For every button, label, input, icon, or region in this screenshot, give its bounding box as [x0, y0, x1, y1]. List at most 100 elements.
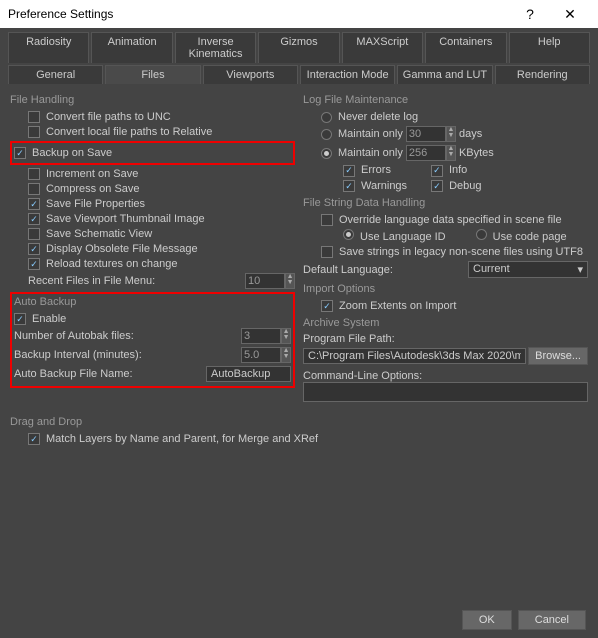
cancel-button[interactable]: Cancel — [518, 610, 586, 630]
cb-save-schem[interactable] — [28, 228, 40, 240]
lbl-maint-kb: Maintain only — [338, 147, 403, 159]
lbl-match: Match Layers by Name and Parent, for Mer… — [46, 433, 318, 445]
lbl-usecode: Use code page — [493, 231, 567, 243]
lbl-save-thumb: Save Viewport Thumbnail Image — [46, 213, 205, 225]
inp-cmdline[interactable] — [303, 382, 588, 402]
lbl-info: Info — [449, 164, 467, 176]
inp-recent[interactable] — [245, 273, 285, 289]
lbl-interval: Backup Interval (minutes): — [14, 349, 142, 361]
cb-reload-tex[interactable] — [28, 258, 40, 270]
lbl-inc-save: Increment on Save — [46, 168, 138, 180]
lbl-kb: KBytes — [459, 147, 494, 159]
tab-interaction[interactable]: Interaction Mode — [300, 65, 395, 84]
lbl-save-schem: Save Schematic View — [46, 228, 152, 240]
inp-num-autobak[interactable] — [241, 328, 281, 344]
cb-convert-rel[interactable] — [28, 126, 40, 138]
cb-errors[interactable] — [343, 165, 355, 177]
lbl-convert-unc: Convert file paths to UNC — [46, 111, 171, 123]
browse-button[interactable]: Browse... — [528, 347, 588, 365]
inp-progpath[interactable] — [303, 348, 526, 364]
cb-comp-save[interactable] — [28, 183, 40, 195]
tab-bar: Radiosity Animation Inverse Kinematics G… — [0, 28, 598, 84]
tab-animation[interactable]: Animation — [91, 32, 172, 63]
help-icon[interactable]: ? — [510, 6, 550, 22]
cb-match[interactable] — [28, 433, 40, 445]
spin-icon[interactable]: ▲▼ — [281, 347, 291, 363]
lbl-saveutf: Save strings in legacy non-scene files u… — [339, 246, 583, 258]
sel-deflang[interactable]: Current▾ — [468, 261, 588, 278]
cb-save-thumb[interactable] — [28, 213, 40, 225]
archive-title: Archive System — [303, 317, 588, 329]
tab-radiosity[interactable]: Radiosity — [8, 32, 89, 63]
lbl-warnings: Warnings — [361, 180, 407, 192]
tab-viewports[interactable]: Viewports — [203, 65, 298, 84]
lbl-debug: Debug — [449, 180, 481, 192]
cb-saveutf[interactable] — [321, 246, 333, 258]
file-handling-title: File Handling — [10, 94, 295, 106]
cb-save-props[interactable] — [28, 198, 40, 210]
lbl-enable-autobak: Enable — [32, 313, 66, 325]
titlebar: Preference Settings ? ✕ — [0, 0, 598, 28]
close-icon[interactable]: ✕ — [550, 6, 590, 23]
lbl-uselang: Use Language ID — [360, 231, 446, 243]
ra-never[interactable] — [321, 112, 332, 123]
cb-zoom[interactable] — [321, 300, 333, 312]
cb-info[interactable] — [431, 165, 443, 177]
chevron-down-icon: ▾ — [577, 263, 583, 276]
lbl-comp-save: Compress on Save — [46, 183, 140, 195]
lbl-zoom: Zoom Extents on Import — [339, 300, 456, 312]
cb-disp-obs[interactable] — [28, 243, 40, 255]
lbl-num-autobak: Number of Autobak files: — [14, 330, 134, 342]
content: File Handling Convert file paths to UNC … — [0, 84, 598, 408]
ra-maint-kb[interactable] — [321, 148, 332, 159]
inp-interval[interactable] — [241, 347, 281, 363]
spin-icon[interactable]: ▲▼ — [281, 328, 291, 344]
tab-maxscript[interactable]: MAXScript — [342, 32, 423, 63]
lbl-backup-save: Backup on Save — [32, 147, 112, 159]
lbl-never: Never delete log — [338, 111, 418, 123]
dragdrop-title: Drag and Drop — [10, 416, 588, 428]
inp-kb[interactable] — [406, 145, 446, 161]
ra-maint-days[interactable] — [321, 129, 332, 140]
lbl-days: days — [459, 128, 482, 140]
cb-warnings[interactable] — [343, 180, 355, 192]
tab-containers[interactable]: Containers — [425, 32, 506, 63]
spin-icon[interactable]: ▲▼ — [446, 145, 456, 161]
tab-ik[interactable]: Inverse Kinematics — [175, 32, 256, 63]
spin-icon[interactable]: ▲▼ — [446, 126, 456, 142]
filestring-title: File String Data Handling — [303, 197, 588, 209]
tab-general[interactable]: General — [8, 65, 103, 84]
inp-bak-name[interactable] — [206, 366, 291, 382]
lbl-deflang: Default Language: — [303, 264, 393, 276]
cb-debug[interactable] — [431, 180, 443, 192]
autobackup-title: Auto Backup — [14, 296, 291, 308]
ra-uselang[interactable] — [343, 229, 354, 240]
tab-help[interactable]: Help — [509, 32, 590, 63]
lbl-bak-name: Auto Backup File Name: — [14, 368, 133, 380]
logfile-title: Log File Maintenance — [303, 94, 588, 106]
highlight-backup: Backup on Save — [10, 141, 295, 165]
cb-override[interactable] — [321, 214, 333, 226]
right-column: Log File Maintenance Never delete log Ma… — [303, 90, 588, 402]
highlight-autobackup: Auto Backup Enable Number of Autobak fil… — [10, 292, 295, 388]
cb-convert-unc[interactable] — [28, 111, 40, 123]
footer: OK Cancel — [462, 610, 586, 630]
cb-inc-save[interactable] — [28, 168, 40, 180]
tab-rendering[interactable]: Rendering — [495, 65, 590, 84]
tab-gizmos[interactable]: Gizmos — [258, 32, 339, 63]
tab-gamma[interactable]: Gamma and LUT — [397, 65, 492, 84]
ra-usecode[interactable] — [476, 229, 487, 240]
ok-button[interactable]: OK — [462, 610, 512, 630]
lbl-progpath: Program File Path: — [303, 333, 588, 345]
tab-files[interactable]: Files — [105, 65, 200, 84]
import-title: Import Options — [303, 283, 588, 295]
lbl-cmdline: Command-Line Options: — [303, 370, 588, 382]
lbl-reload-tex: Reload textures on change — [46, 258, 177, 270]
cb-backup-save[interactable] — [14, 147, 26, 159]
lbl-convert-rel: Convert local file paths to Relative — [46, 126, 212, 138]
spin-icon[interactable]: ▲▼ — [285, 273, 295, 289]
inp-days[interactable] — [406, 126, 446, 142]
left-column: File Handling Convert file paths to UNC … — [10, 90, 295, 402]
cb-enable-autobak[interactable] — [14, 313, 26, 325]
lbl-override: Override language data specified in scen… — [339, 214, 562, 226]
